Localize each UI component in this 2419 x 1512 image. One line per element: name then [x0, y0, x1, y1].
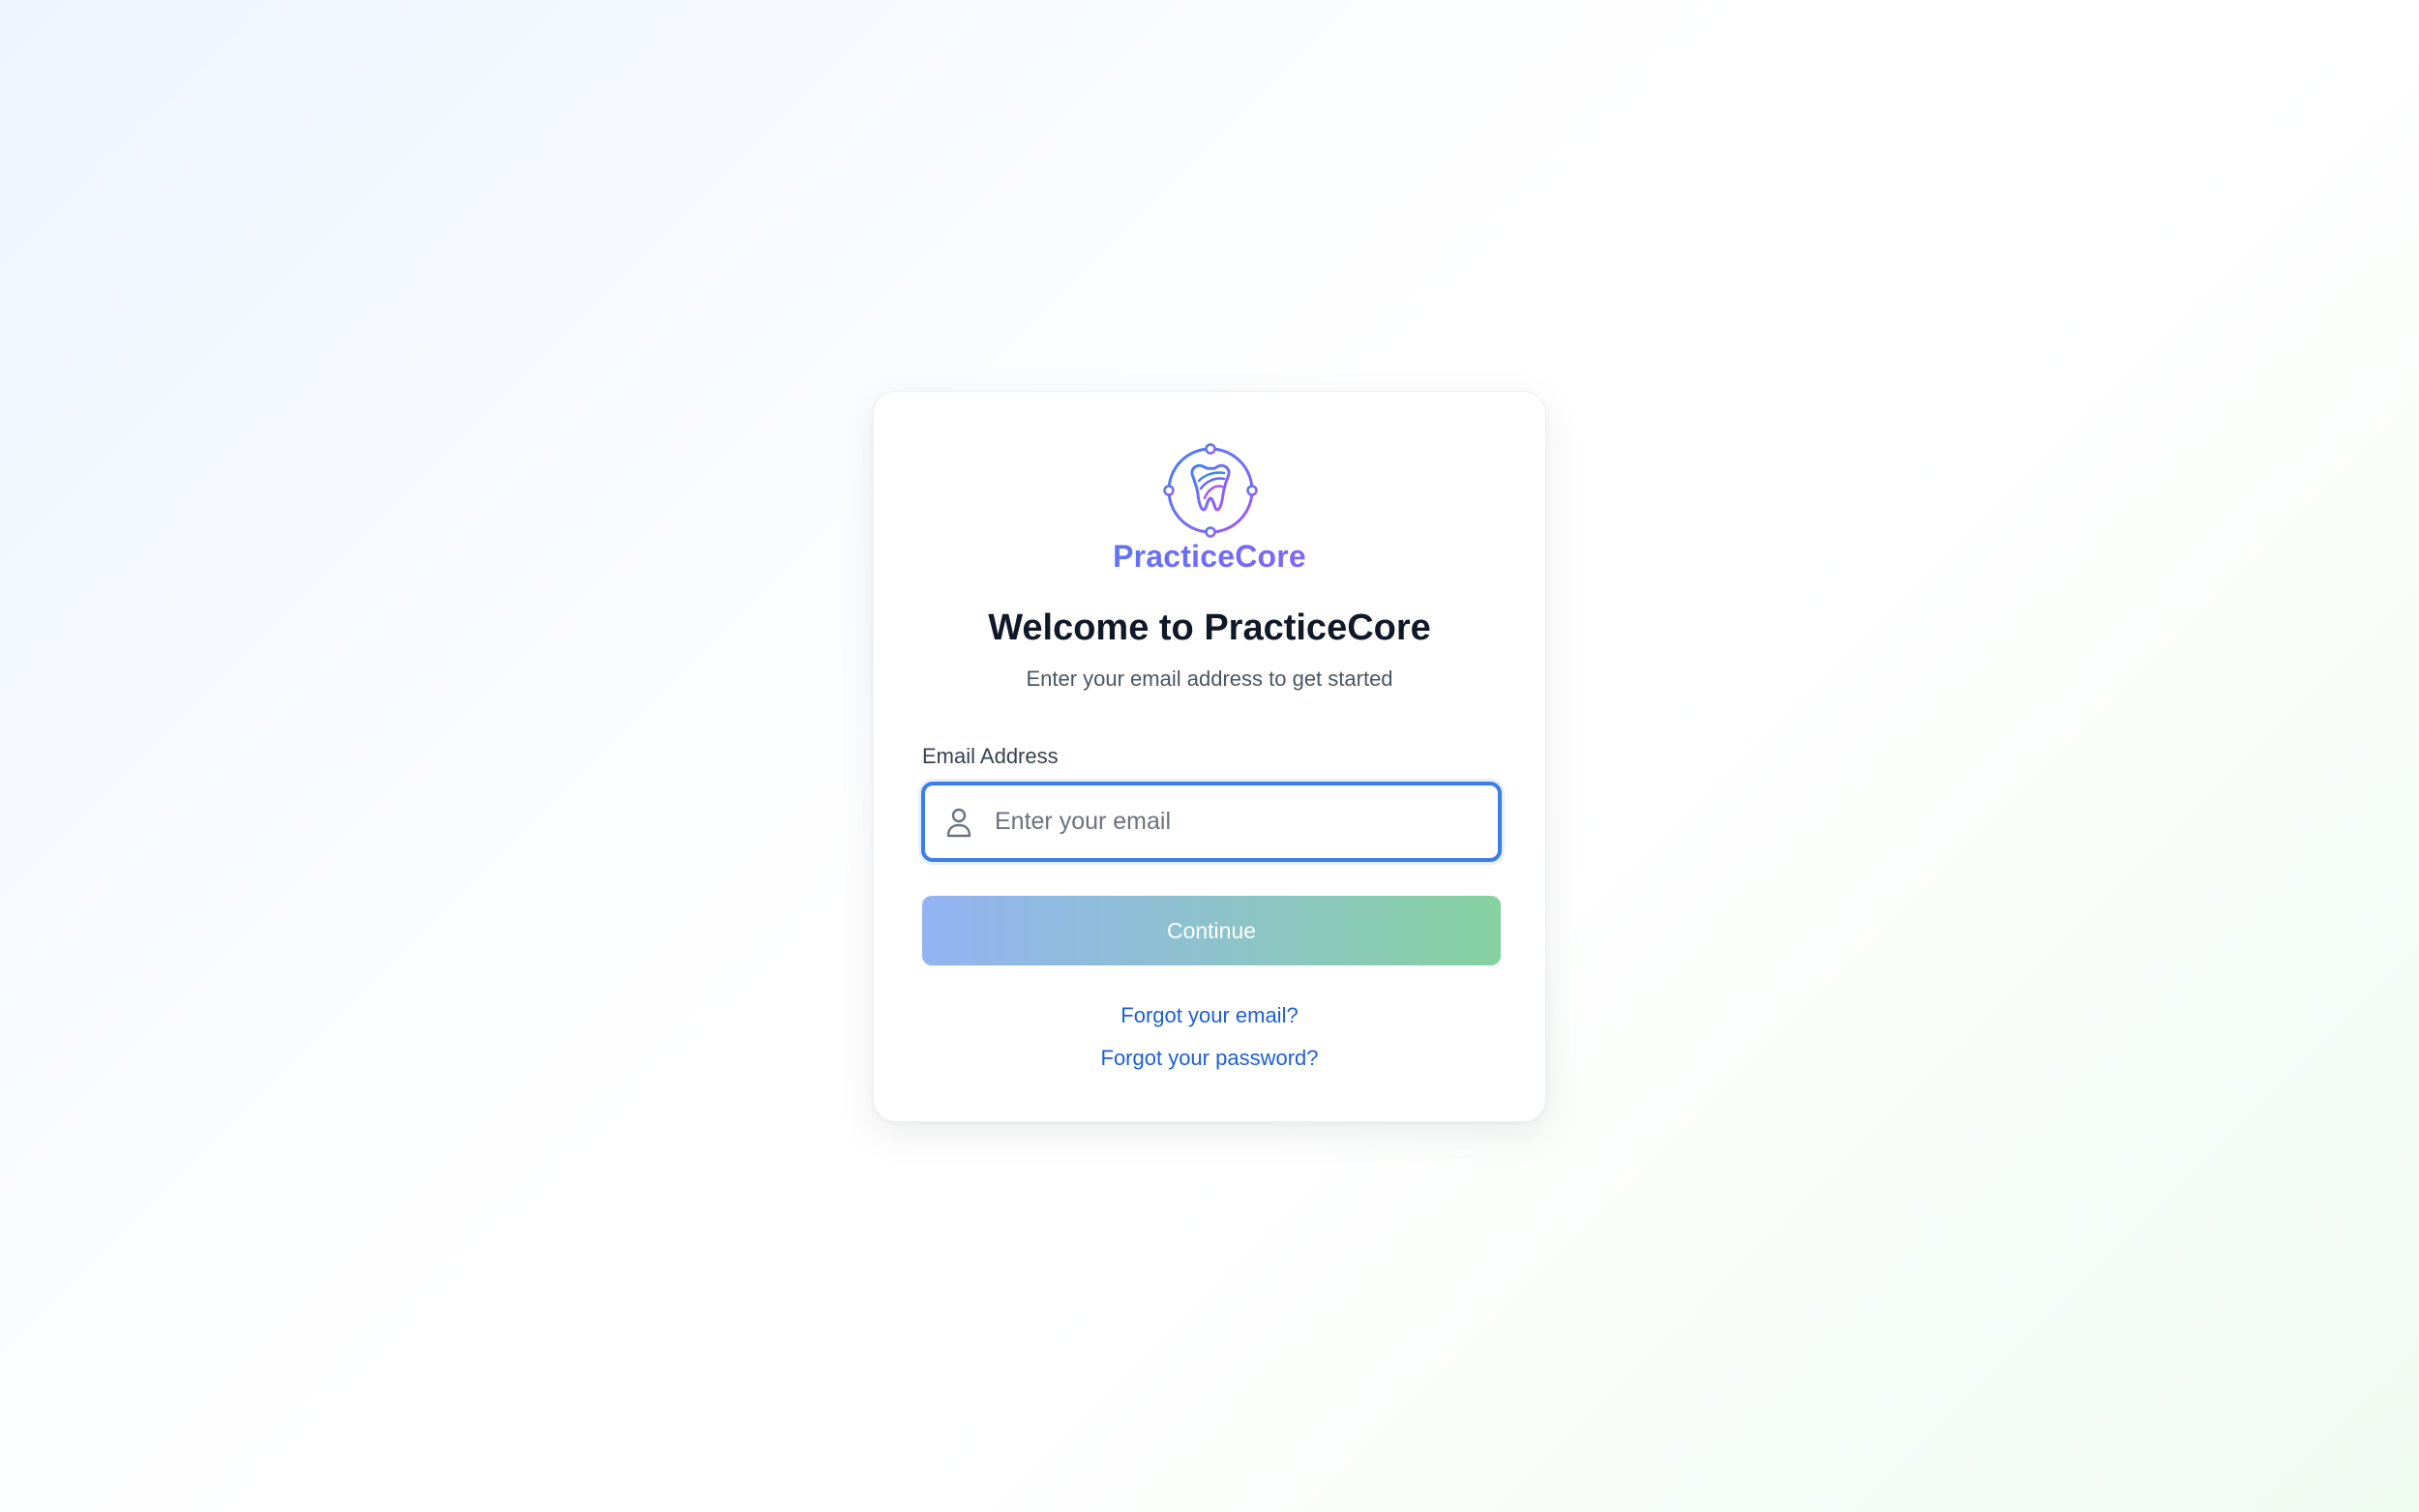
- brand-name: PracticeCore: [874, 537, 1545, 576]
- page-title: Welcome to PracticeCore: [988, 608, 1431, 648]
- user-icon: [946, 808, 971, 838]
- email-label: Email Address: [922, 744, 1059, 768]
- page-subtitle: Enter your email address to get started: [1026, 667, 1393, 691]
- login-card: PracticeCore Welcome to PracticeCore Ent…: [873, 391, 1546, 1122]
- email-field[interactable]: [921, 782, 1502, 862]
- forgot-password-link[interactable]: Forgot your password?: [874, 1044, 1545, 1073]
- forgot-email-link[interactable]: Forgot your email?: [874, 1001, 1545, 1030]
- continue-button[interactable]: Continue: [922, 896, 1501, 965]
- email-input[interactable]: [995, 786, 1478, 858]
- tooth-icon: [1163, 443, 1258, 538]
